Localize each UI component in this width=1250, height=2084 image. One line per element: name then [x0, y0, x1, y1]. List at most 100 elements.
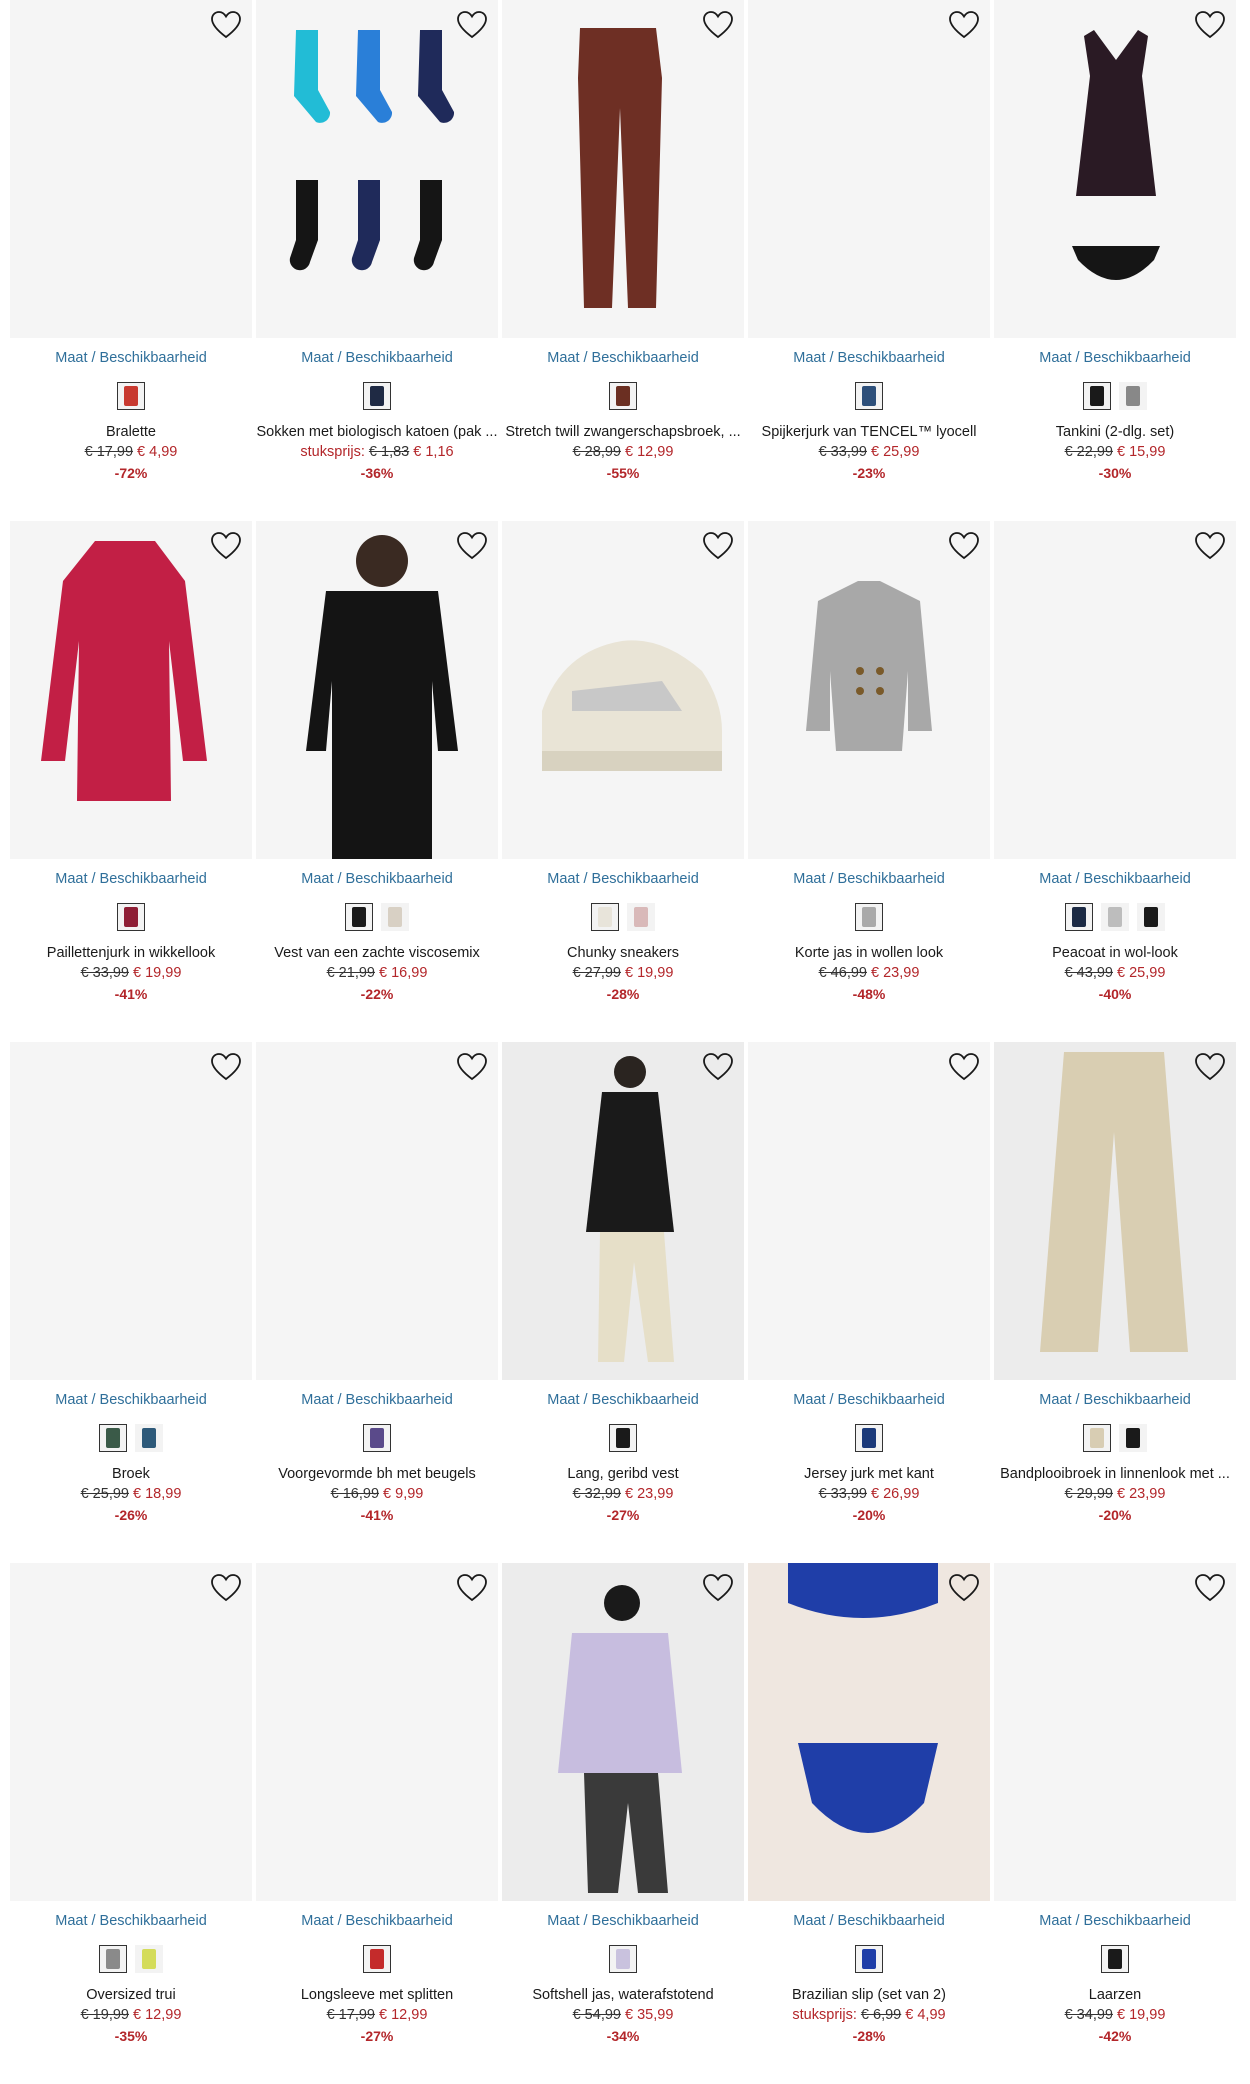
product-image[interactable]: [10, 1563, 252, 1901]
size-availability-link[interactable]: Maat / Beschikbaarheid: [10, 1392, 252, 1408]
product-name[interactable]: Laarzen: [994, 1987, 1236, 2003]
wishlist-heart-icon[interactable]: [456, 1573, 488, 1603]
size-availability-link[interactable]: Maat / Beschikbaarheid: [10, 871, 252, 887]
product-image[interactable]: [10, 521, 252, 859]
wishlist-heart-icon[interactable]: [1194, 10, 1226, 40]
color-swatch[interactable]: [855, 903, 883, 931]
product-card[interactable]: Maat / Beschikbaarheid Softshell jas, wat…: [502, 1563, 748, 2084]
product-card[interactable]: Maat / Beschikbaarheid Longsleeve met spl…: [256, 1563, 502, 2084]
size-availability-link[interactable]: Maat / Beschikbaarheid: [748, 350, 990, 366]
product-name[interactable]: Tankini (2-dlg. set): [994, 424, 1236, 440]
product-image[interactable]: [10, 1042, 252, 1380]
color-swatch[interactable]: [609, 382, 637, 410]
product-name[interactable]: Lang, geribd vest: [502, 1466, 744, 1482]
product-name[interactable]: Spijkerjurk van TENCEL™ lyocell: [748, 424, 990, 440]
product-name[interactable]: Stretch twill zwangerschapsbroek, ...: [502, 424, 744, 440]
wishlist-heart-icon[interactable]: [1194, 1573, 1226, 1603]
wishlist-heart-icon[interactable]: [948, 531, 980, 561]
product-name[interactable]: Peacoat in wol-look: [994, 945, 1236, 961]
wishlist-heart-icon[interactable]: [948, 10, 980, 40]
wishlist-heart-icon[interactable]: [210, 1573, 242, 1603]
product-image[interactable]: [994, 0, 1236, 338]
size-availability-link[interactable]: Maat / Beschikbaarheid: [256, 1392, 498, 1408]
color-swatch[interactable]: [627, 903, 655, 931]
product-card[interactable]: Maat / Beschikbaarheid Vest van een zacht…: [256, 521, 502, 1042]
color-swatch[interactable]: [345, 903, 373, 931]
product-name[interactable]: Bandplooibroek in linnenlook met ...: [994, 1466, 1236, 1482]
product-name[interactable]: Chunky sneakers: [502, 945, 744, 961]
size-availability-link[interactable]: Maat / Beschikbaarheid: [502, 1913, 744, 1929]
product-image[interactable]: [502, 521, 744, 859]
product-name[interactable]: Paillettenjurk in wikkellook: [10, 945, 252, 961]
size-availability-link[interactable]: Maat / Beschikbaarheid: [502, 1392, 744, 1408]
color-swatch[interactable]: [99, 1945, 127, 1973]
color-swatch[interactable]: [1083, 382, 1111, 410]
product-card[interactable]: Maat / Beschikbaarheid Laarzen € 34,99 € 1…: [994, 1563, 1240, 2084]
product-image[interactable]: [748, 1042, 990, 1380]
product-card[interactable]: Maat / Beschikbaarheid Bandplooibroek in …: [994, 1042, 1240, 1563]
wishlist-heart-icon[interactable]: [702, 1573, 734, 1603]
product-name[interactable]: Softshell jas, waterafstotend: [502, 1987, 744, 2003]
size-availability-link[interactable]: Maat / Beschikbaarheid: [748, 1913, 990, 1929]
size-availability-link[interactable]: Maat / Beschikbaarheid: [256, 871, 498, 887]
product-image[interactable]: [748, 521, 990, 859]
color-swatch[interactable]: [381, 903, 409, 931]
wishlist-heart-icon[interactable]: [456, 1052, 488, 1082]
product-name[interactable]: Broek: [10, 1466, 252, 1482]
color-swatch[interactable]: [117, 903, 145, 931]
product-card[interactable]: Maat / Beschikbaarheid Broek € 25,99 € 18,…: [10, 1042, 256, 1563]
color-swatch[interactable]: [1101, 903, 1129, 931]
size-availability-link[interactable]: Maat / Beschikbaarheid: [10, 350, 252, 366]
color-swatch[interactable]: [609, 1424, 637, 1452]
product-card[interactable]: Maat / Beschikbaarheid Bralette € 17,99 € …: [10, 0, 256, 521]
wishlist-heart-icon[interactable]: [702, 10, 734, 40]
wishlist-heart-icon[interactable]: [456, 531, 488, 561]
color-swatch[interactable]: [1137, 903, 1165, 931]
product-card[interactable]: Maat / Beschikbaarheid Peacoat in wol-loo…: [994, 521, 1240, 1042]
color-swatch[interactable]: [363, 1945, 391, 1973]
product-card[interactable]: Maat / Beschikbaarheid Brazilian slip (se…: [748, 1563, 994, 2084]
size-availability-link[interactable]: Maat / Beschikbaarheid: [994, 1913, 1236, 1929]
product-name[interactable]: Jersey jurk met kant: [748, 1466, 990, 1482]
size-availability-link[interactable]: Maat / Beschikbaarheid: [502, 871, 744, 887]
wishlist-heart-icon[interactable]: [210, 1052, 242, 1082]
wishlist-heart-icon[interactable]: [210, 10, 242, 40]
color-swatch[interactable]: [855, 1424, 883, 1452]
wishlist-heart-icon[interactable]: [702, 1052, 734, 1082]
product-image[interactable]: [256, 1563, 498, 1901]
color-swatch[interactable]: [1119, 382, 1147, 410]
product-image[interactable]: [502, 0, 744, 338]
size-availability-link[interactable]: Maat / Beschikbaarheid: [994, 1392, 1236, 1408]
product-card[interactable]: Maat / Beschikbaarheid Oversized trui € 19…: [10, 1563, 256, 2084]
product-name[interactable]: Vest van een zachte viscosemix: [256, 945, 498, 961]
wishlist-heart-icon[interactable]: [948, 1573, 980, 1603]
color-swatch[interactable]: [1065, 903, 1093, 931]
color-swatch[interactable]: [117, 382, 145, 410]
color-swatch[interactable]: [363, 382, 391, 410]
product-card[interactable]: Maat / Beschikbaarheid Stretch twill zwan…: [502, 0, 748, 521]
product-name[interactable]: Oversized trui: [10, 1987, 252, 2003]
product-image[interactable]: [994, 1042, 1236, 1380]
product-name[interactable]: Korte jas in wollen look: [748, 945, 990, 961]
wishlist-heart-icon[interactable]: [1194, 531, 1226, 561]
product-card[interactable]: Maat / Beschikbaarheid Sokken met biologi…: [256, 0, 502, 521]
color-swatch[interactable]: [1119, 1424, 1147, 1452]
product-image[interactable]: [256, 1042, 498, 1380]
product-card[interactable]: Maat / Beschikbaarheid Paillettenjurk in …: [10, 521, 256, 1042]
color-swatch[interactable]: [363, 1424, 391, 1452]
color-swatch[interactable]: [99, 1424, 127, 1452]
wishlist-heart-icon[interactable]: [456, 10, 488, 40]
size-availability-link[interactable]: Maat / Beschikbaarheid: [748, 1392, 990, 1408]
product-card[interactable]: Maat / Beschikbaarheid Voorgevormde bh me…: [256, 1042, 502, 1563]
product-image[interactable]: [748, 1563, 990, 1901]
size-availability-link[interactable]: Maat / Beschikbaarheid: [10, 1913, 252, 1929]
product-name[interactable]: Longsleeve met splitten: [256, 1987, 498, 2003]
color-swatch[interactable]: [1101, 1945, 1129, 1973]
size-availability-link[interactable]: Maat / Beschikbaarheid: [994, 871, 1236, 887]
product-card[interactable]: Maat / Beschikbaarheid Spijkerjurk van TE…: [748, 0, 994, 521]
product-name[interactable]: Sokken met biologisch katoen (pak ...: [256, 424, 498, 440]
wishlist-heart-icon[interactable]: [948, 1052, 980, 1082]
color-swatch[interactable]: [135, 1945, 163, 1973]
product-image[interactable]: [502, 1042, 744, 1380]
wishlist-heart-icon[interactable]: [702, 531, 734, 561]
